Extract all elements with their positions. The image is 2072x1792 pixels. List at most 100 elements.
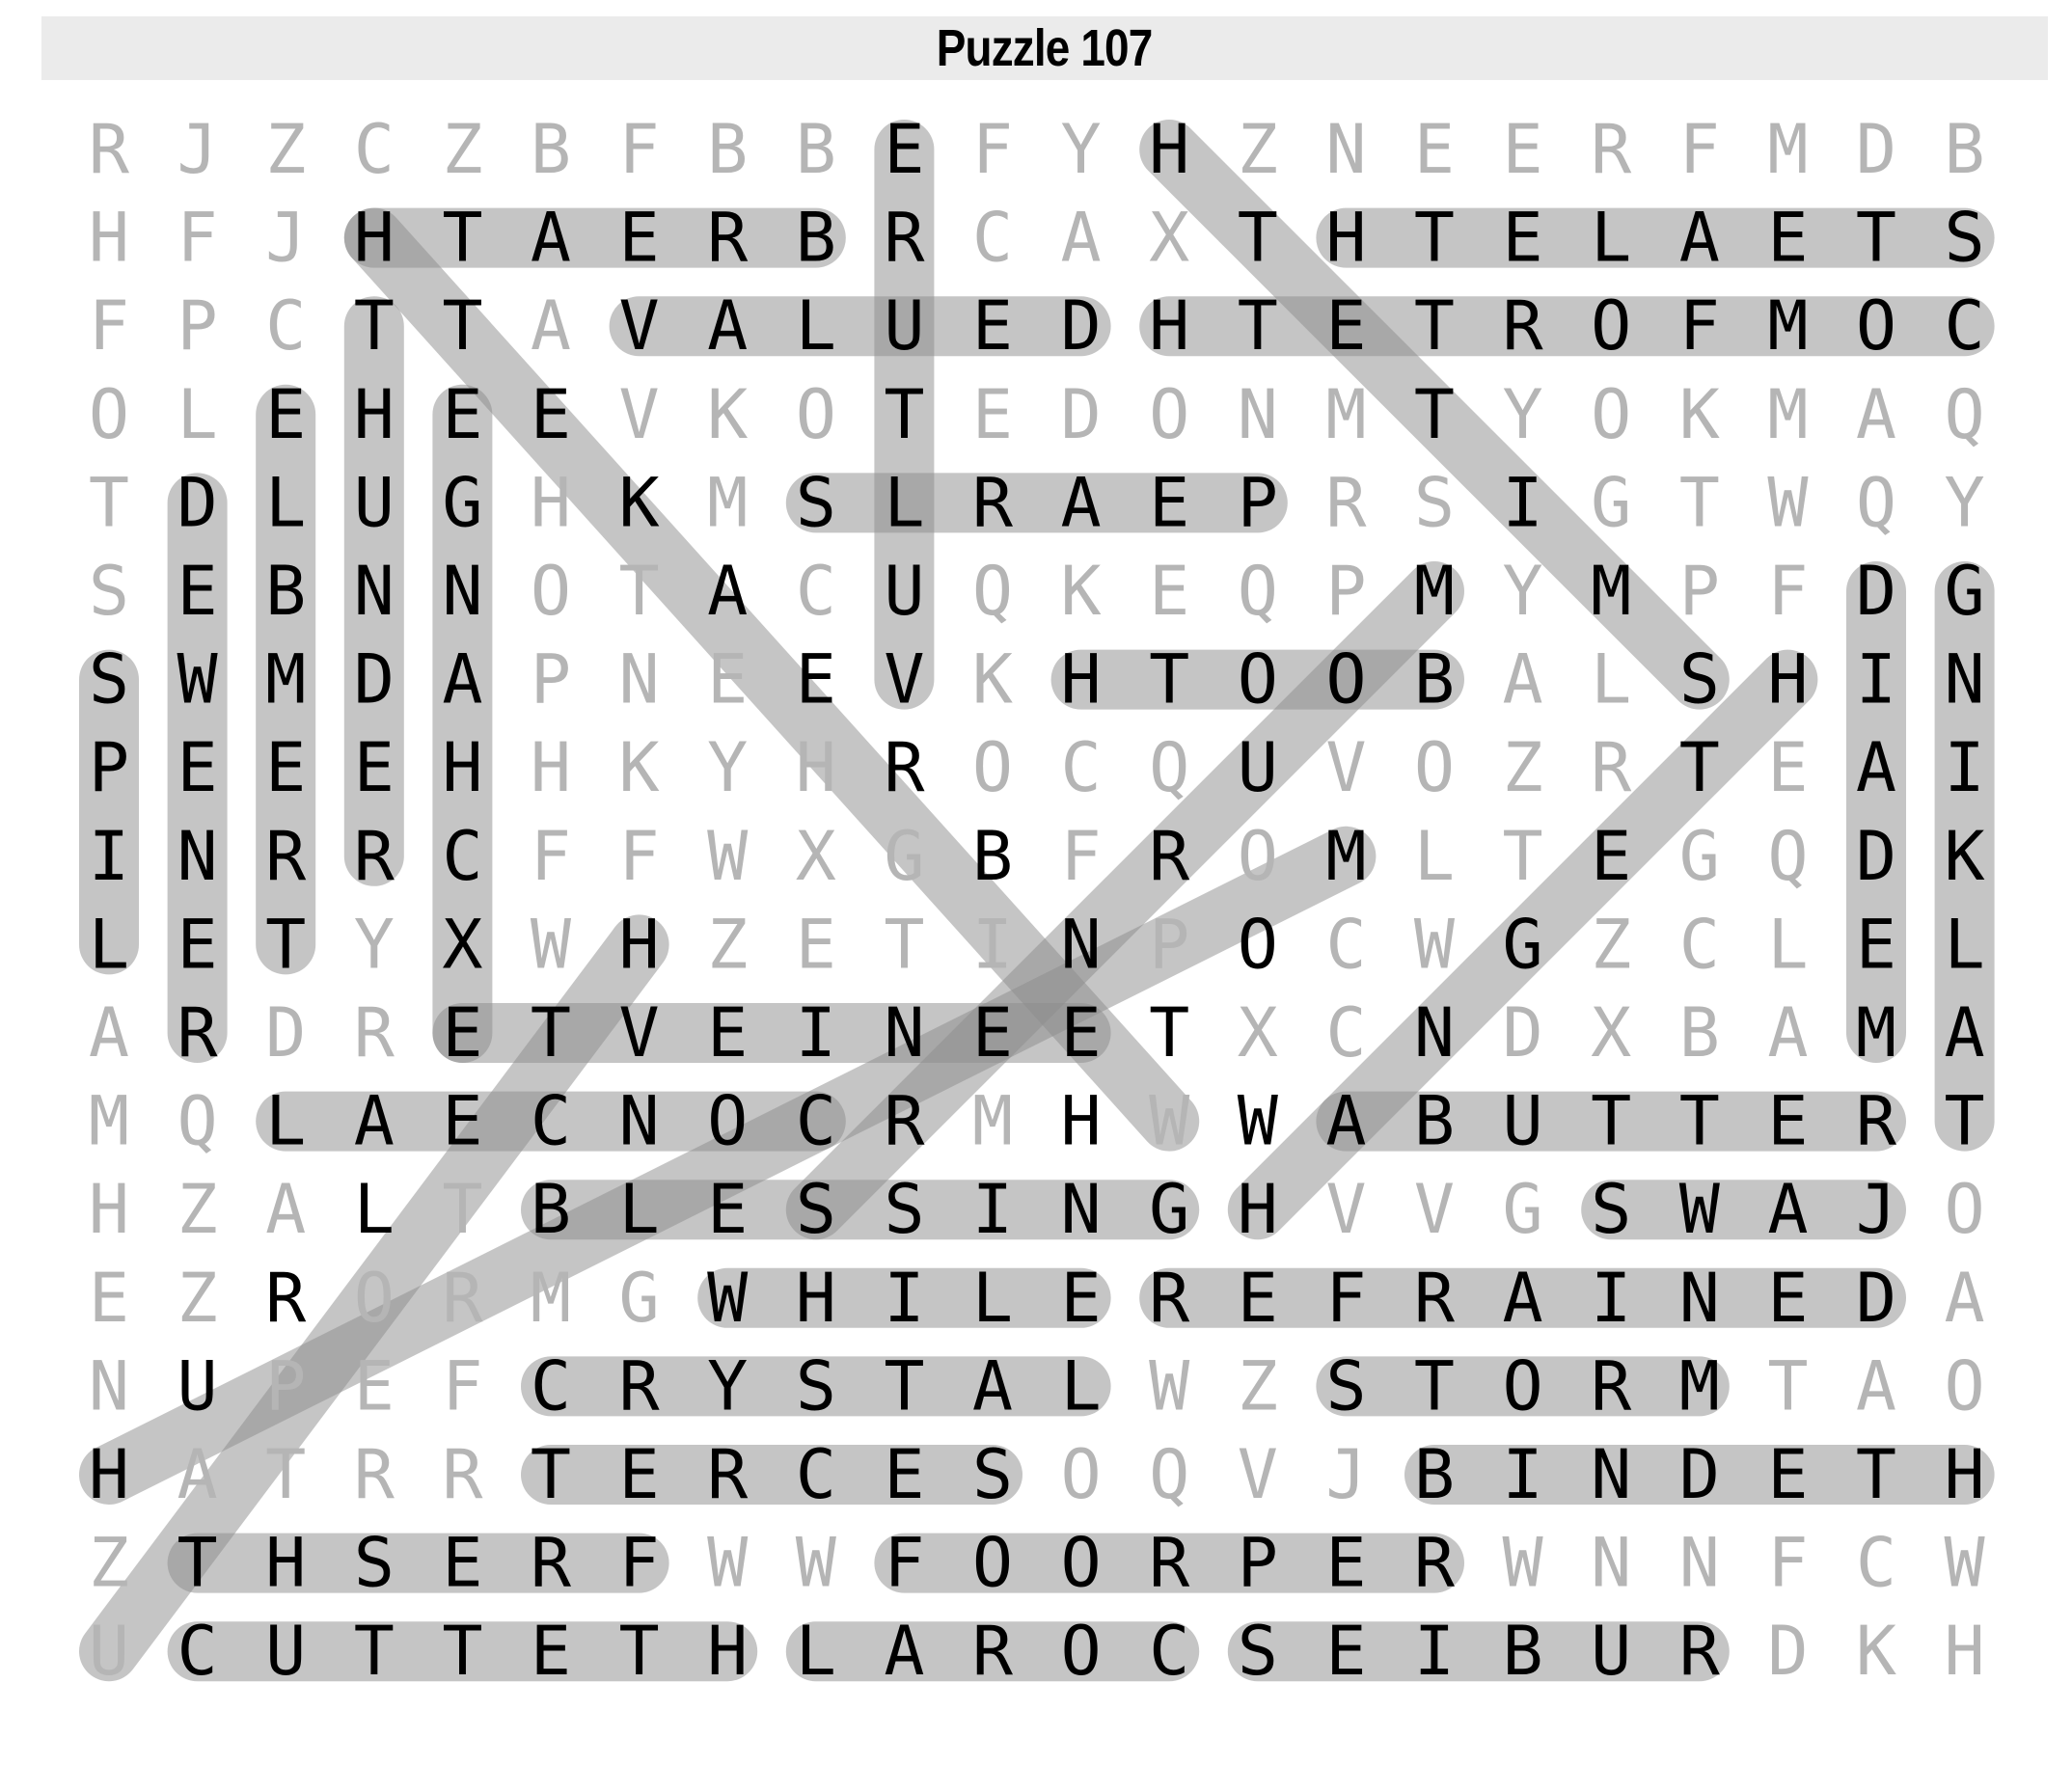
grid-letter[interactable]: E [1591,817,1631,896]
grid-letter[interactable]: R [1149,1259,1190,1338]
grid-letter[interactable]: P [89,728,129,807]
grid-letter[interactable]: P [531,640,571,720]
grid-letter[interactable]: U [354,463,395,542]
grid-letter[interactable]: H [707,1612,748,1691]
grid-letter[interactable]: Z [265,110,306,189]
grid-letter[interactable]: Z [1503,728,1543,807]
grid-letter[interactable]: A [1945,993,1985,1072]
grid-letter[interactable]: T [442,199,482,278]
grid-letter[interactable]: O [1149,375,1189,454]
grid-letter[interactable]: U [1503,1082,1543,1161]
grid-letter[interactable]: T [619,1612,660,1691]
grid-letter[interactable]: T [442,1170,482,1249]
grid-letter[interactable]: R [1591,728,1632,807]
grid-letter[interactable]: M [265,640,306,720]
grid-letter[interactable]: E [265,728,306,807]
grid-letter[interactable]: R [972,1612,1014,1691]
grid-letter[interactable]: D [1061,286,1102,366]
grid-letter[interactable]: W [707,817,749,896]
grid-letter[interactable]: A [707,552,748,631]
grid-letter[interactable]: R [972,463,1014,542]
grid-letter[interactable]: T [442,286,482,366]
grid-letter[interactable]: T [1414,375,1455,454]
grid-letter[interactable]: T [884,375,924,454]
grid-letter[interactable]: H [1061,1082,1102,1161]
grid-letter[interactable]: F [89,286,129,366]
grid-letter[interactable]: O [1591,286,1631,366]
grid-letter[interactable]: R [1503,286,1544,366]
grid-letter[interactable]: F [972,110,1013,189]
grid-letter[interactable]: S [884,1170,924,1249]
grid-letter[interactable]: L [89,905,129,984]
grid-letter[interactable]: Z [442,110,482,189]
grid-letter[interactable]: T [265,1435,306,1514]
grid-letter[interactable]: H [89,199,129,278]
grid-letter[interactable]: A [354,1082,395,1161]
grid-letter[interactable]: Y [1061,110,1102,189]
grid-letter[interactable]: R [884,1082,925,1161]
grid-letter[interactable]: M [531,1259,571,1338]
grid-letter[interactable]: M [1325,817,1366,896]
grid-letter[interactable]: R [1591,110,1632,189]
grid-letter[interactable]: G [1503,905,1543,984]
grid-letter[interactable]: I [972,905,1013,984]
grid-letter[interactable]: J [1856,1170,1896,1249]
grid-letter[interactable]: J [177,110,218,189]
grid-letter[interactable]: L [1591,199,1631,278]
grid-letter[interactable]: Q [1767,817,1808,896]
grid-letter[interactable]: L [354,1170,395,1249]
grid-letter[interactable]: E [796,640,836,720]
grid-letter[interactable]: N [354,552,395,631]
grid-letter[interactable]: E [1149,552,1189,631]
grid-letter[interactable]: T [1414,199,1455,278]
grid-letter[interactable]: R [354,993,395,1072]
grid-letter[interactable]: Y [354,905,395,984]
grid-letter[interactable]: X [1149,199,1189,278]
grid-letter[interactable]: T [884,905,924,984]
grid-letter[interactable]: F [884,1524,924,1603]
grid-letter[interactable]: S [796,1346,836,1425]
grid-letter[interactable]: H [1945,1435,1985,1514]
grid-letter[interactable]: C [354,110,395,189]
grid-letter[interactable]: E [89,1259,129,1338]
grid-letter[interactable]: E [884,110,924,189]
grid-letter[interactable]: F [531,817,571,896]
grid-letter[interactable]: H [619,905,660,984]
grid-letter[interactable]: F [1767,1524,1808,1603]
grid-letter[interactable]: M [707,463,748,542]
grid-letter[interactable]: E [1767,728,1808,807]
grid-letter[interactable]: H [531,728,571,807]
grid-letter[interactable]: M [1767,110,1808,189]
grid-letter[interactable]: E [796,905,836,984]
grid-letter[interactable]: E [1238,1259,1278,1338]
grid-letter[interactable]: C [972,199,1013,278]
grid-letter[interactable]: P [265,1346,306,1425]
grid-letter[interactable]: O [707,1082,748,1161]
grid-letter[interactable]: L [796,1612,836,1691]
grid-letter[interactable]: E [619,199,660,278]
grid-letter[interactable]: A [1503,1259,1543,1338]
grid-letter[interactable]: X [1591,993,1631,1072]
grid-letter[interactable]: X [442,905,482,984]
word-search-board[interactable]: R J Z C Z B F B B E F Y H Z N E E R F M D BH F J H T A E R B R C A X T H T E L… [0,0,2072,1792]
grid-letter[interactable]: F [177,199,218,278]
grid-letter[interactable]: I [1945,728,1985,807]
grid-letter[interactable]: E [972,286,1013,366]
grid-letter[interactable]: A [531,286,571,366]
grid-letter[interactable]: F [619,1524,660,1603]
grid-letter[interactable]: R [265,817,307,896]
grid-letter[interactable]: N [1591,1435,1631,1514]
grid-letter[interactable]: B [531,1170,571,1249]
grid-letter[interactable]: Z [707,905,748,984]
grid-letter[interactable]: Z [1591,905,1631,984]
grid-letter[interactable]: E [442,375,482,454]
grid-letter[interactable]: S [354,1524,395,1603]
grid-letter[interactable]: D [1767,1612,1808,1691]
grid-letter[interactable]: D [1856,1259,1896,1338]
grid-letter[interactable]: I [1503,463,1543,542]
grid-letter[interactable]: N [442,552,482,631]
grid-letter[interactable]: O [354,1259,395,1338]
grid-letter[interactable]: H [354,375,395,454]
grid-letter[interactable]: V [1325,1170,1366,1249]
grid-letter[interactable]: N [619,1082,660,1161]
